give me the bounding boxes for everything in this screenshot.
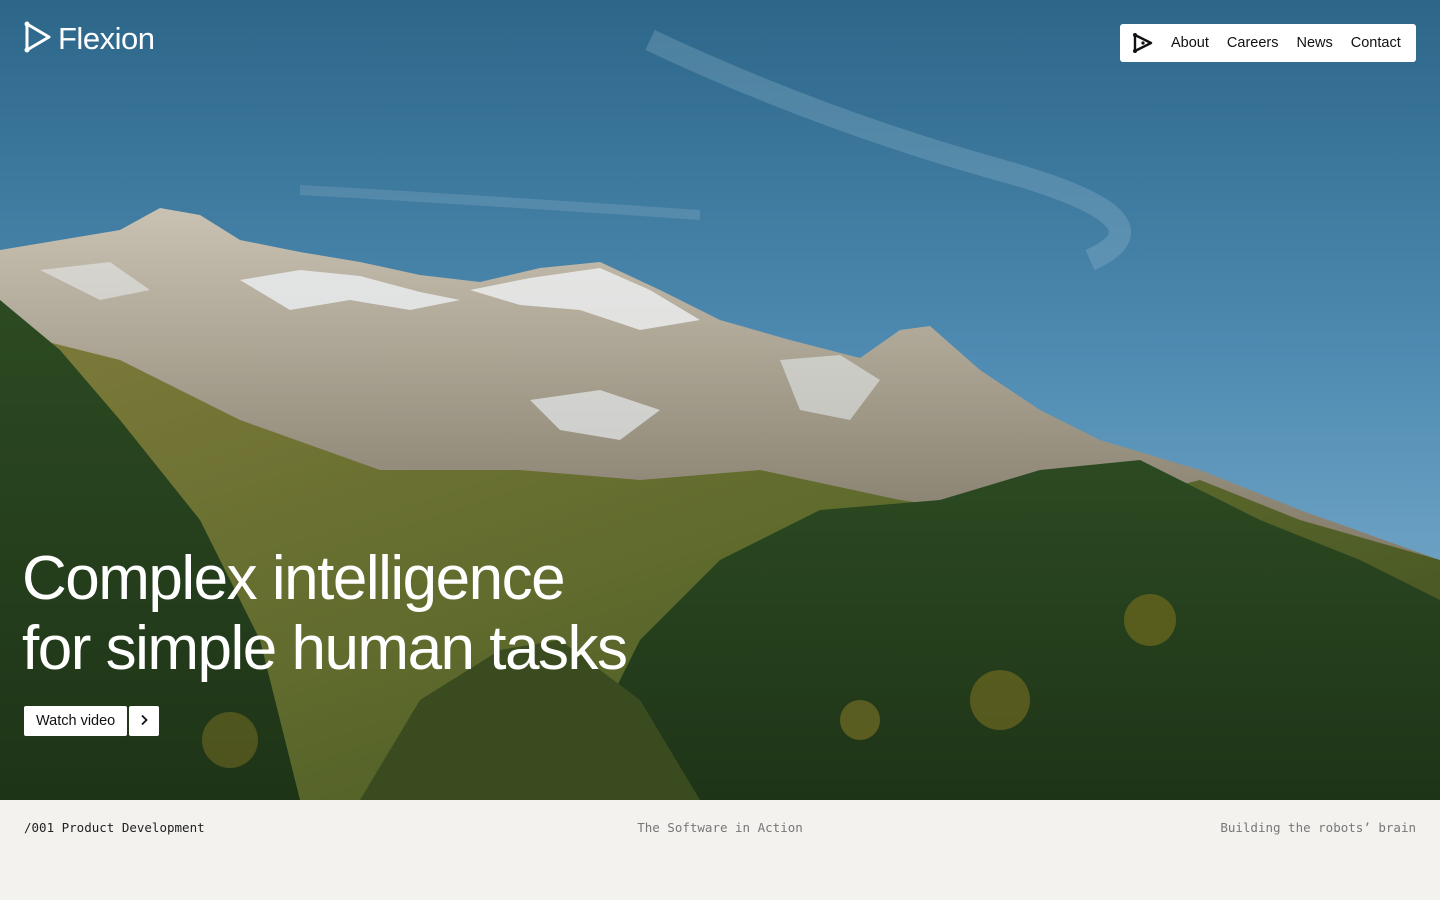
brand-logo[interactable]: Flexion — [24, 21, 155, 58]
top-nav: About Careers News Contact — [1120, 24, 1416, 62]
hero-section: Flexion About Careers News Contact Compl… — [0, 0, 1440, 800]
watch-video-button[interactable]: Watch video — [24, 706, 128, 736]
chevron-right-icon — [139, 714, 149, 729]
watch-video-cta: Watch video — [24, 706, 160, 736]
flexion-play-mark-icon[interactable] — [1132, 31, 1156, 55]
section-info-bar: /001 Product Development The Software in… — [0, 800, 1440, 900]
hero-headline: Complex intelligence for simple human ta… — [22, 544, 628, 684]
section-tagline: Building the robots’ brain — [1220, 820, 1416, 835]
nav-link-contact[interactable]: Contact — [1351, 35, 1401, 51]
hero-headline-line-1: Complex intelligence — [22, 544, 566, 613]
hero-headline-line-2: for simple human tasks — [22, 614, 628, 683]
nav-link-careers[interactable]: Careers — [1227, 35, 1279, 51]
watch-video-arrow-button[interactable] — [129, 706, 160, 736]
nav-link-about[interactable]: About — [1171, 35, 1209, 51]
brand-name: Flexion — [58, 21, 155, 56]
nav-link-news[interactable]: News — [1296, 35, 1332, 51]
flexion-play-mark-icon — [24, 21, 52, 58]
